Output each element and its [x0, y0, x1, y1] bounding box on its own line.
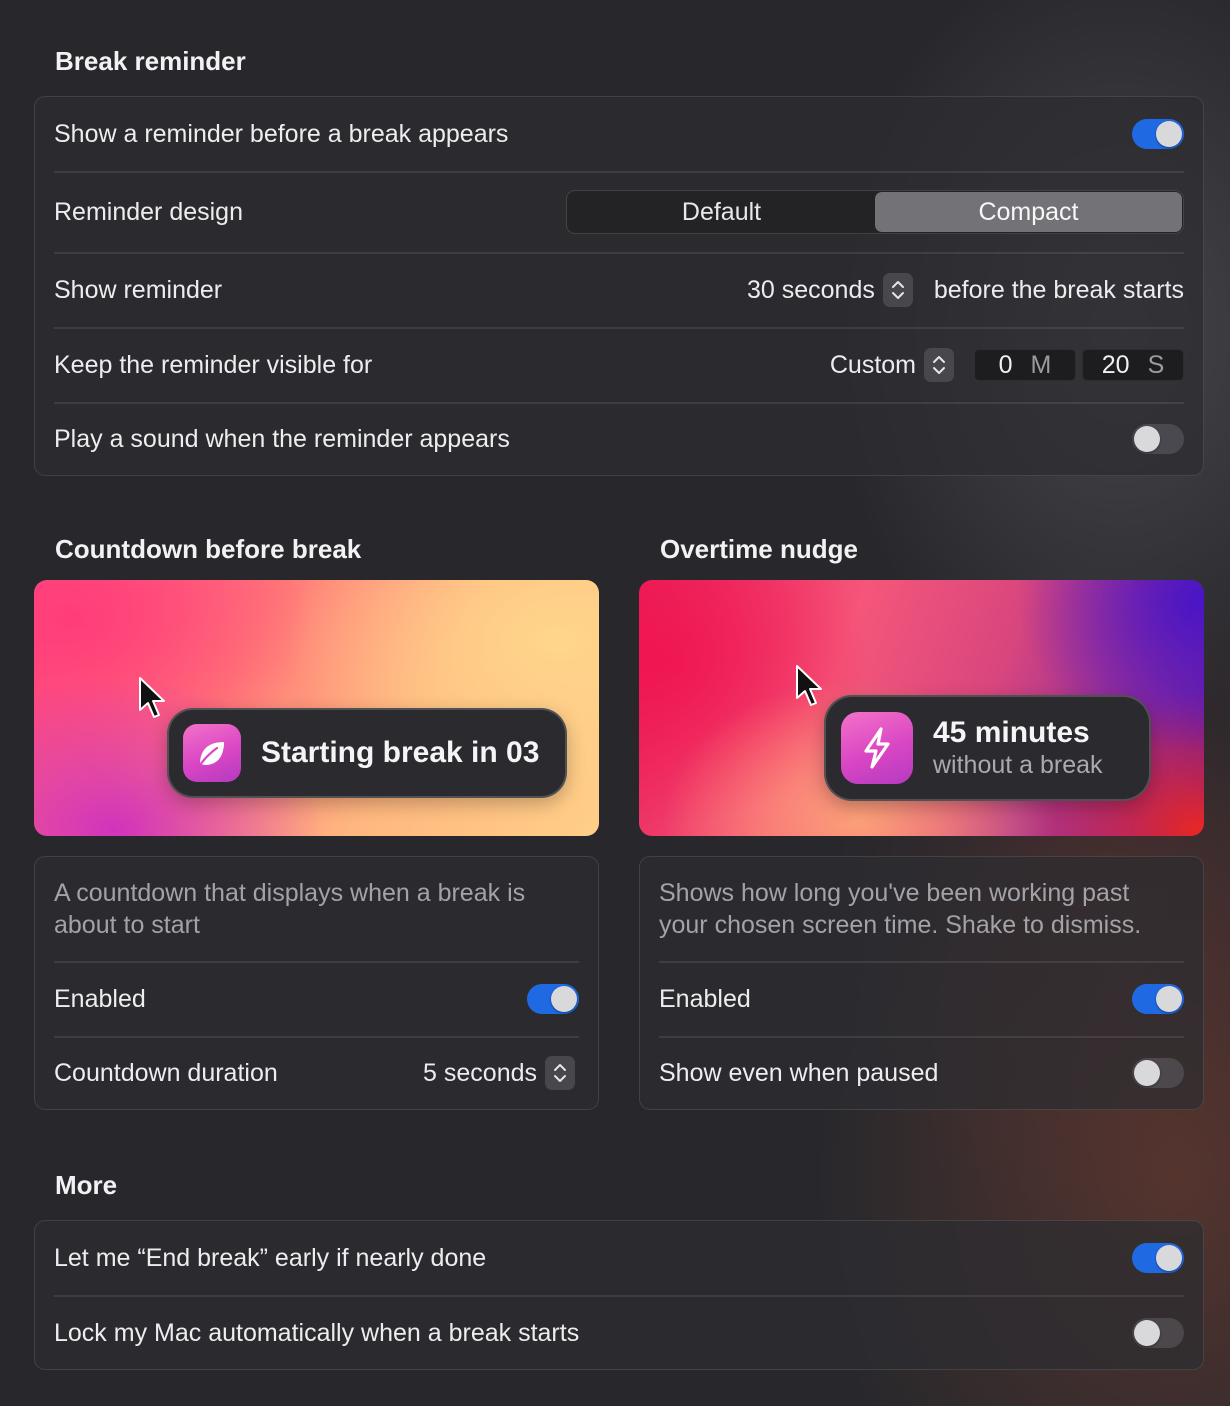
show-when-paused-row: Show even when paused: [640, 1037, 1203, 1109]
break-reminder-title: Break reminder: [55, 46, 246, 76]
countdown-duration-value[interactable]: 5 seconds: [423, 1059, 537, 1088]
reminder-design-segmented-control: Default Compact: [566, 190, 1184, 234]
overtime-enabled-label: Enabled: [659, 984, 751, 1013]
lock-mac-toggle[interactable]: [1132, 1318, 1184, 1348]
toggle-knob: [1156, 1245, 1182, 1271]
seconds-value: 20: [1101, 350, 1130, 379]
overtime-preview-title: 45 minutes: [933, 716, 1090, 749]
show-when-paused-label: Show even when paused: [659, 1058, 939, 1087]
stepper-chevrons-icon: [554, 1064, 566, 1082]
show-when-paused-toggle[interactable]: [1132, 1058, 1184, 1088]
overtime-pill: 45 minutes without a break: [824, 695, 1151, 801]
keep-visible-stepper[interactable]: [924, 348, 954, 382]
show-reminder-value[interactable]: 30 seconds: [747, 276, 875, 305]
keep-visible-row: Keep the reminder visible for Custom 0 M…: [35, 328, 1203, 402]
show-reminder-suffix: before the break starts: [933, 275, 1184, 304]
play-sound-label: Play a sound when the reminder appears: [54, 424, 510, 453]
stepper-chevrons-icon: [933, 356, 945, 374]
toggle-knob: [1156, 986, 1182, 1012]
show-reminder-row: Show a reminder before a break appears: [35, 97, 1203, 171]
countdown-enabled-label: Enabled: [54, 984, 146, 1013]
end-break-early-toggle[interactable]: [1132, 1243, 1184, 1273]
overtime-card: Shows how long you've been working past …: [639, 856, 1204, 1110]
countdown-duration-stepper[interactable]: [545, 1056, 575, 1090]
overtime-description: Shows how long you've been working past …: [659, 879, 1142, 939]
countdown-enabled-row: Enabled: [35, 962, 598, 1036]
show-reminder-label: Show a reminder before a break appears: [54, 119, 509, 148]
show-reminder-toggle[interactable]: [1132, 119, 1184, 149]
stepper-chevrons-icon: [891, 281, 904, 299]
app-icon: [183, 724, 241, 782]
show-reminder-timing-row: Show reminder 30 seconds before the brea…: [35, 253, 1203, 327]
more-card: Let me “End break” early if nearly done …: [34, 1220, 1204, 1370]
countdown-description: A countdown that displays when a break i…: [54, 879, 526, 939]
countdown-enabled-toggle[interactable]: [527, 984, 579, 1014]
segment-default[interactable]: Default: [568, 192, 875, 232]
cursor-icon: [796, 665, 822, 706]
toggle-knob: [1134, 1060, 1160, 1086]
app-icon: [841, 712, 913, 784]
cursor-icon: [139, 677, 165, 718]
countdown-pill: Starting break in 03: [167, 708, 567, 798]
break-reminder-card: Show a reminder before a break appears R…: [34, 96, 1204, 476]
minutes-unit: M: [1030, 350, 1052, 379]
overtime-title: Overtime nudge: [660, 534, 858, 564]
lightning-icon: [864, 727, 890, 769]
play-sound-toggle[interactable]: [1132, 424, 1184, 454]
overtime-preview: 45 minutes without a break: [639, 580, 1204, 836]
keep-visible-value[interactable]: Custom: [830, 351, 916, 380]
toggle-knob: [551, 986, 577, 1012]
more-title: More: [55, 1170, 118, 1200]
show-reminder-timing-label: Show reminder: [54, 275, 223, 304]
minutes-field[interactable]: 0 M: [974, 349, 1076, 381]
leaf-icon: [198, 742, 224, 767]
countdown-preview: Starting break in 03: [34, 580, 599, 836]
keep-visible-label: Keep the reminder visible for: [54, 350, 373, 379]
countdown-duration-label: Countdown duration: [54, 1058, 278, 1087]
show-reminder-stepper[interactable]: [882, 273, 913, 307]
play-sound-row: Play a sound when the reminder appears: [35, 403, 1203, 475]
overtime-enabled-toggle[interactable]: [1132, 984, 1184, 1014]
end-break-early-label: Let me “End break” early if nearly done: [54, 1243, 487, 1272]
toggle-knob: [1156, 121, 1182, 147]
reminder-design-row: Reminder design Default Compact: [35, 172, 1203, 252]
toggle-knob: [1134, 426, 1160, 452]
lock-mac-label: Lock my Mac automatically when a break s…: [54, 1318, 580, 1347]
overtime-enabled-row: Enabled: [640, 962, 1203, 1036]
countdown-duration-row: Countdown duration 5 seconds: [35, 1037, 598, 1109]
reminder-design-label: Reminder design: [54, 197, 243, 226]
countdown-title: Countdown before break: [55, 534, 362, 564]
countdown-preview-text: Starting break in 03: [261, 736, 540, 769]
overtime-preview-subtitle: without a break: [933, 751, 1103, 779]
seconds-unit: S: [1147, 350, 1165, 379]
countdown-card: A countdown that displays when a break i…: [34, 856, 599, 1110]
lock-mac-row: Lock my Mac automatically when a break s…: [35, 1296, 1203, 1370]
end-break-early-row: Let me “End break” early if nearly done: [35, 1221, 1203, 1295]
segment-compact[interactable]: Compact: [875, 192, 1182, 232]
seconds-field[interactable]: 20 S: [1082, 349, 1184, 381]
minutes-value: 0: [998, 350, 1013, 379]
toggle-knob: [1134, 1320, 1160, 1346]
